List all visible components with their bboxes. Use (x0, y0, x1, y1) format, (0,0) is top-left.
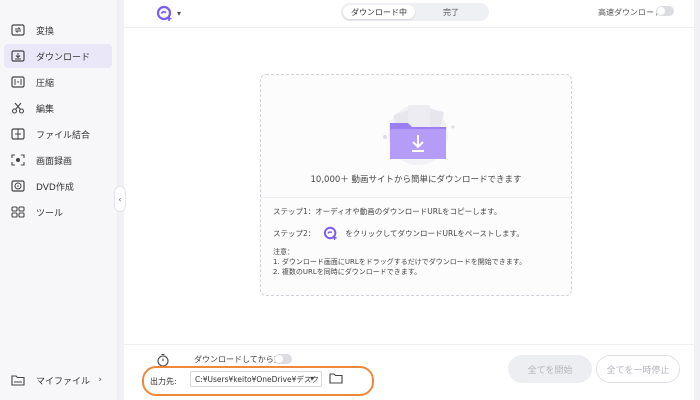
step1-text: ステップ1：オーディオや動画のダウンロードURLをコピーします。 (273, 207, 502, 216)
step2-text: をクリックしてダウンロードURLをペーストします。 (345, 228, 524, 238)
dropzone-title: 10,000＋ 動画サイトから簡単にダウンロードできます (310, 175, 522, 185)
add-url-button[interactable]: ▾ (156, 5, 184, 21)
sidebar-item-label: 画面録画 (36, 156, 73, 167)
screen-record-icon (10, 152, 26, 168)
output-path-value: C:¥Users¥keito¥OneDrive¥デスク (195, 374, 319, 384)
sidebar-item-label: マイファイル (36, 376, 91, 387)
open-folder-icon[interactable] (329, 372, 343, 384)
chevron-down-icon: ▾ (177, 8, 182, 18)
sidebar-item-screen-record[interactable]: 画面録画 (4, 148, 112, 172)
tab-downloading[interactable]: ダウンロード中 (343, 5, 415, 19)
step2-prefix: ステップ2： (273, 228, 316, 238)
output-path-field[interactable]: C:¥Users¥keito¥OneDrive¥デスク (190, 371, 322, 387)
scrollbar[interactable] (694, 0, 700, 400)
merge-icon (10, 126, 26, 142)
pause-all-button[interactable]: 全てを一時停止 (596, 355, 680, 383)
sidebar-item-label: 変換 (36, 26, 55, 37)
timer-icon (157, 353, 169, 367)
add-download-icon (156, 5, 172, 21)
top-bar: ▾ ダウンロード中 完了 高速ダウンロード (124, 0, 694, 28)
download-icon (10, 48, 26, 64)
chevron-right-icon: › (98, 375, 102, 385)
notes: 注意： 1. ダウンロード画面にURLをドラッグするだけでダウンロードを開始でき… (273, 247, 526, 277)
sidebar-item-my-files[interactable]: マイファイル › (4, 368, 112, 392)
chevron-left-icon: ‹ (118, 194, 122, 204)
sidebar-item-label: DVD作成 (36, 182, 74, 193)
notes-line-2: 2. 複数のURLを同時にダウンロードできます。 (273, 268, 422, 276)
sidebar-item-label: ファイル結合 (36, 130, 91, 141)
download-then-convert-toggle[interactable] (274, 354, 292, 364)
tools-icon (10, 204, 26, 220)
sidebar-item-label: 編集 (36, 104, 55, 115)
compress-icon (10, 74, 26, 90)
sidebar-item-label: ツール (36, 208, 64, 219)
sidebar-item-tools[interactable]: ツール (4, 200, 112, 224)
sidebar-item-dvd[interactable]: DVD作成 (4, 174, 112, 198)
sidebar-item-download[interactable]: ダウンロード (4, 44, 112, 68)
sidebar: 変換 ダウンロード 圧縮 編集 ファイル結合 画面録画 DVD作成 ツール マイ… (0, 0, 118, 400)
sidebar-item-label: ダウンロード (36, 52, 91, 63)
bottom-bar: ダウンロードしてから変換 出力先: C:¥Users¥keito¥OneDriv… (124, 344, 694, 400)
dvd-icon (10, 178, 26, 194)
main-panel: ▾ ダウンロード中 完了 高速ダウンロード 10,000＋ 動画サイトから簡単に… (124, 0, 694, 400)
folder-icon (10, 372, 26, 388)
sidebar-item-edit[interactable]: 編集 (4, 96, 112, 120)
notes-heading: 注意： (273, 248, 294, 256)
scissors-icon (10, 100, 26, 116)
sidebar-item-convert[interactable]: 変換 (4, 18, 112, 42)
output-path-dropdown[interactable]: ▾ (310, 374, 314, 383)
divider (261, 197, 571, 198)
add-download-icon (323, 225, 341, 241)
high-speed-label: 高速ダウンロード (598, 8, 662, 17)
start-all-button[interactable]: 全てを開始 (508, 355, 592, 383)
sidebar-item-compress[interactable]: 圧縮 (4, 70, 112, 94)
download-folder-illustration (383, 105, 455, 165)
high-speed-toggle[interactable] (656, 6, 674, 16)
sidebar-collapse-button[interactable]: ‹ (114, 186, 126, 212)
sidebar-item-label: 圧縮 (36, 78, 55, 89)
download-status-tabs: ダウンロード中 完了 (341, 3, 489, 21)
step2-row: ステップ2： をクリックしてダウンロードURLをペーストします。 (273, 225, 524, 241)
output-label: 出力先: (150, 377, 177, 386)
tab-completed[interactable]: 完了 (415, 5, 487, 19)
url-drop-zone[interactable]: 10,000＋ 動画サイトから簡単にダウンロードできます ステップ1：オーディオ… (260, 74, 572, 296)
convert-icon (10, 22, 26, 38)
notes-line-1: 1. ダウンロード画面にURLをドラッグするだけでダウンロードを開始できます。 (273, 258, 527, 266)
sidebar-item-merge[interactable]: ファイル結合 (4, 122, 112, 146)
